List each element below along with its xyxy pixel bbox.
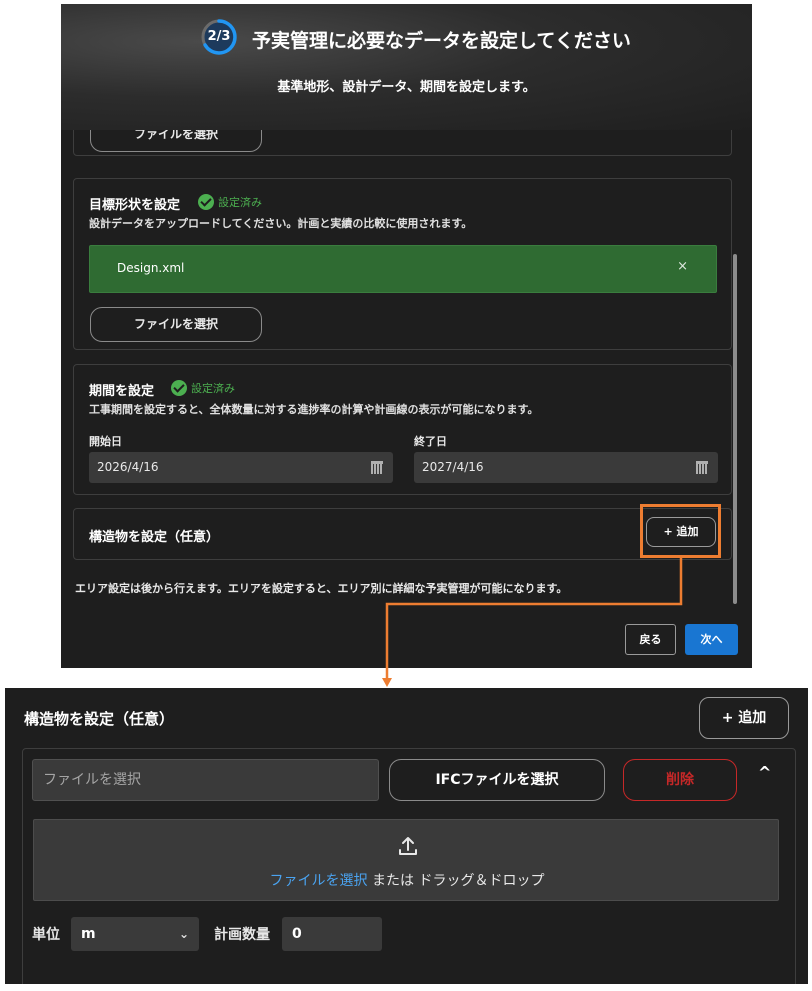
check-circle-icon (198, 194, 214, 210)
end-date-label: 終了日 (414, 435, 447, 448)
end-date-value: 2027/4/16 (422, 460, 484, 474)
structure-detail-panel: 構造物を設定（任意） + 追加 ファイルを選択 IFCファイルを選択 削除 ^ … (5, 688, 808, 984)
dialog-header: 2/3 予実管理に必要なデータを設定してください 基準地形、設計データ、期間を設… (61, 4, 752, 130)
target-shape-card: 目標形状を設定 設定済み 設計データをアップロードしてください。計画と実績の比較… (73, 178, 732, 350)
start-date-label: 開始日 (89, 435, 122, 448)
structure-card: 構造物を設定（任意） + 追加 (73, 508, 732, 560)
structure-item-card: ファイルを選択 IFCファイルを選択 削除 ^ ファイルを選択 または ドラッグ… (22, 748, 796, 984)
period-description: 工事期間を設定すると、全体数量に対する進捗率の計算や計画線の表示が可能になります… (89, 403, 539, 416)
dialog-subtitle: 基準地形、設計データ、期間を設定します。 (277, 80, 536, 95)
chevron-up-icon[interactable]: ^ (758, 763, 771, 782)
planned-quantity-input[interactable]: 0 (282, 917, 382, 951)
structure-title: 構造物を設定（任意） (24, 710, 175, 728)
setup-dialog: 2/3 予実管理に必要なデータを設定してください 基準地形、設計データ、期間を設… (61, 4, 752, 668)
add-structure-button[interactable]: + 追加 (699, 697, 789, 739)
check-circle-icon (171, 380, 187, 396)
planned-quantity-label: 計画数量 (214, 927, 270, 943)
period-status: 設定済み (171, 380, 235, 396)
status-text: 設定済み (218, 196, 262, 209)
unit-value: m (81, 926, 96, 942)
unit-select[interactable]: m ⌄ (71, 917, 199, 951)
file-name-input[interactable]: ファイルを選択 (32, 759, 379, 801)
area-note: エリア設定は後から行えます。エリアを設定すると、エリア別に詳細な予実管理が可能に… (75, 582, 568, 595)
unit-label: 単位 (32, 927, 60, 943)
upload-icon (399, 837, 417, 855)
file-name: Design.xml (117, 261, 185, 275)
drop-zone-text: ファイルを選択 または ドラッグ＆ドロップ (34, 870, 780, 890)
progress-step: 2/3 (207, 29, 231, 44)
select-ifc-file-button[interactable]: IFCファイルを選択 (389, 759, 605, 801)
select-file-link[interactable]: ファイルを選択 (270, 873, 368, 889)
uploaded-file-chip: Design.xml × (89, 245, 717, 293)
start-date-field[interactable]: 2026/4/16 (89, 452, 393, 483)
end-date-field[interactable]: 2027/4/16 (414, 452, 718, 483)
dialog-title: 予実管理に必要なデータを設定してください (252, 30, 631, 52)
next-button[interactable]: 次へ (685, 624, 738, 655)
delete-button[interactable]: 削除 (623, 759, 737, 801)
target-shape-status: 設定済み (198, 194, 262, 210)
back-button[interactable]: 戻る (625, 624, 676, 655)
scrollbar[interactable] (733, 254, 737, 604)
structure-title: 構造物を設定（任意） (89, 530, 220, 545)
select-file-button[interactable]: ファイルを選択 (90, 130, 262, 152)
target-shape-title: 目標形状を設定 (89, 198, 181, 213)
period-title: 期間を設定 (89, 384, 155, 399)
chevron-down-icon: ⌄ (178, 927, 189, 941)
highlight-box (640, 504, 721, 558)
calendar-icon[interactable] (371, 461, 383, 474)
remove-file-icon[interactable]: × (677, 259, 688, 274)
start-date-value: 2026/4/16 (97, 460, 159, 474)
calendar-icon[interactable] (696, 461, 708, 474)
file-drop-zone[interactable]: ファイルを選択 または ドラッグ＆ドロップ (33, 819, 779, 901)
status-text: 設定済み (191, 382, 235, 395)
base-terrain-card: ファイルを選択 (73, 130, 732, 156)
period-card: 期間を設定 設定済み 工事期間を設定すると、全体数量に対する進捗率の計算や計画線… (73, 364, 732, 495)
target-shape-description: 設計データをアップロードしてください。計画と実績の比較に使用されます。 (89, 217, 473, 230)
select-file-button[interactable]: ファイルを選択 (90, 307, 262, 342)
drag-drop-text: または ドラッグ＆ドロップ (367, 873, 545, 889)
